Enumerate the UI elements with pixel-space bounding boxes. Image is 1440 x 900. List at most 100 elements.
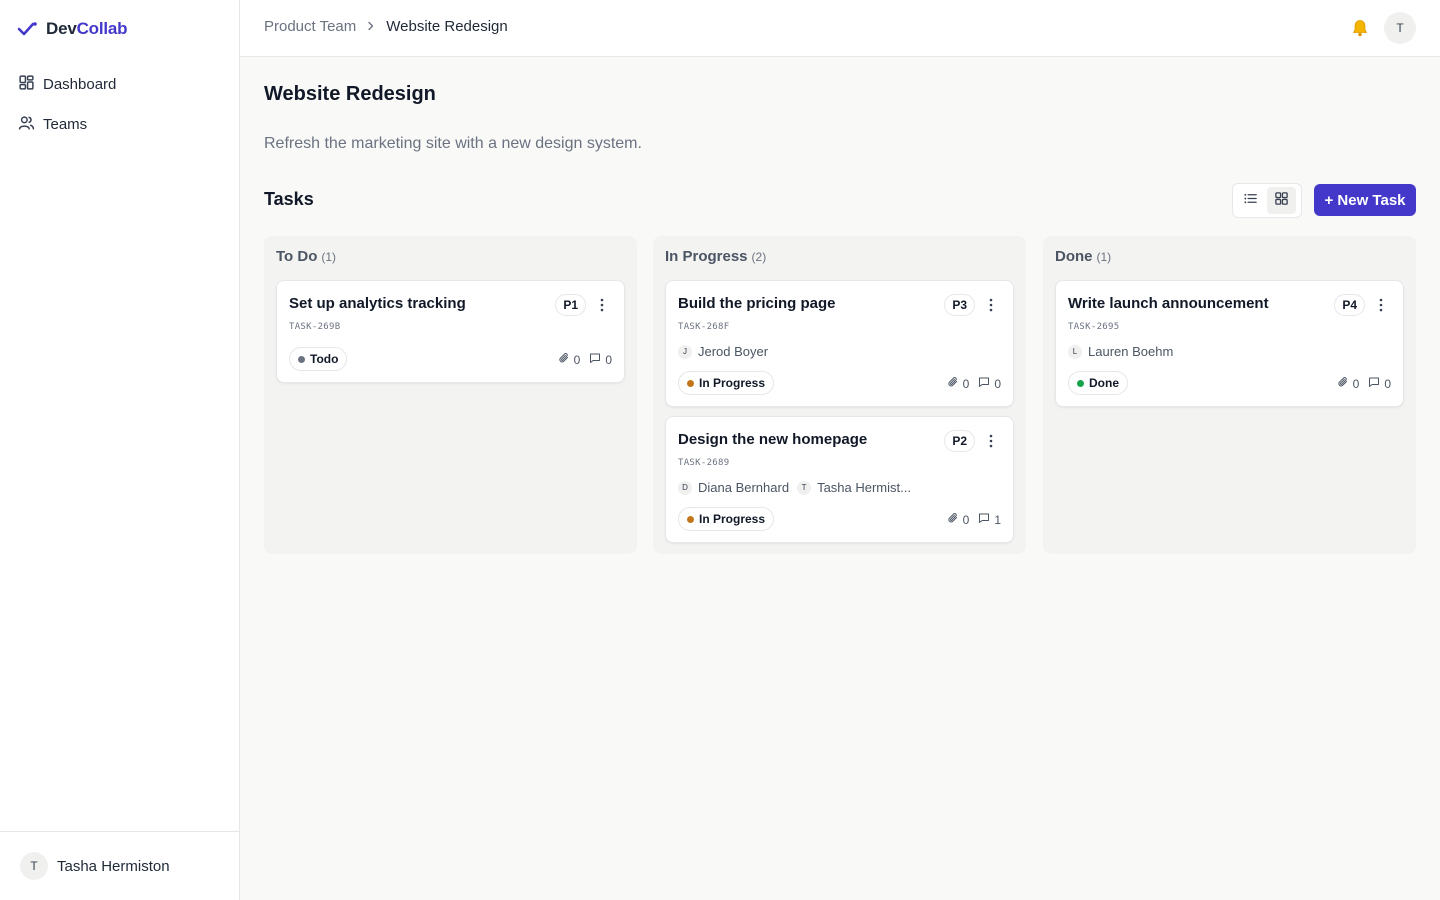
sidebar-item-dashboard[interactable]: Dashboard xyxy=(8,66,232,102)
priority-badge: P1 xyxy=(555,294,586,316)
breadcrumb-team[interactable]: Product Team xyxy=(264,18,356,35)
grid-icon xyxy=(1274,191,1289,211)
status-badge: Todo xyxy=(289,347,348,371)
comment-count: 1 xyxy=(978,512,1001,527)
column-title: Done xyxy=(1055,248,1093,265)
comment-count: 0 xyxy=(978,376,1001,391)
column-count: (2) xyxy=(751,250,767,264)
attachment-count-value: 0 xyxy=(1352,376,1360,391)
project-description: Refresh the marketing site with a new de… xyxy=(264,135,642,152)
assignee: L Lauren Boehm xyxy=(1068,344,1173,359)
tasks-heading: Tasks xyxy=(264,189,314,209)
attachment-count-value: 0 xyxy=(573,352,581,367)
paperclip-icon xyxy=(1337,376,1349,391)
task-id: TASK-2695 xyxy=(1068,322,1120,332)
priority-badge: P3 xyxy=(944,294,975,316)
comment-icon xyxy=(1368,376,1380,391)
status-dot xyxy=(298,355,305,363)
task-title: Build the pricing page xyxy=(678,295,836,312)
status-dot xyxy=(1077,379,1084,387)
list-view-button[interactable] xyxy=(1236,187,1265,214)
app-name: DevCollab xyxy=(46,19,128,39)
sidebar-item-teams[interactable]: Teams xyxy=(8,106,232,142)
status-label: In Progress xyxy=(699,512,766,526)
new-task-button[interactable]: + New Task xyxy=(1314,184,1416,216)
task-id: TASK-269B xyxy=(289,322,341,332)
assignee-name: Tasha Hermist... xyxy=(817,480,911,495)
status-label: Done xyxy=(1089,376,1119,390)
comment-icon xyxy=(978,376,990,391)
more-options-icon[interactable] xyxy=(981,295,1001,315)
sidebar-item-label: Dashboard xyxy=(43,75,117,93)
comment-count: 0 xyxy=(589,352,612,367)
assignee-list: L Lauren Boehm xyxy=(1068,344,1173,359)
bell-icon[interactable] xyxy=(1348,16,1372,40)
paperclip-icon xyxy=(558,352,570,367)
column-header: Done (1) xyxy=(1055,248,1111,265)
task-card[interactable]: Write launch announcement P4 TASK-2695 L… xyxy=(1055,280,1404,407)
app-name-suffix: Collab xyxy=(76,19,128,38)
task-title: Set up analytics tracking xyxy=(289,295,466,312)
status-badge: In Progress xyxy=(678,371,775,395)
board-view-button[interactable] xyxy=(1267,187,1296,214)
chevron-right-icon xyxy=(366,18,376,35)
app-logo[interactable]: DevCollab xyxy=(16,18,128,40)
status-dot xyxy=(687,515,694,523)
comment-count-value: 0 xyxy=(605,352,612,367)
attachment-count: 0 xyxy=(1337,376,1360,391)
comment-count-value: 0 xyxy=(1384,376,1391,391)
paperclip-icon xyxy=(947,376,959,391)
grid-icon xyxy=(18,74,35,95)
attachment-count-value: 0 xyxy=(962,376,970,391)
avatar: D xyxy=(678,480,692,495)
avatar: T xyxy=(20,852,48,880)
task-card[interactable]: Set up analytics tracking P1 TASK-269B T… xyxy=(276,280,625,383)
breadcrumb: Product Team Website Redesign xyxy=(264,18,508,35)
column-title: To Do xyxy=(276,248,318,265)
user-profile[interactable]: T Tasha Hermiston xyxy=(0,831,239,900)
attachment-count: 0 xyxy=(947,512,970,527)
task-title: Write launch announcement xyxy=(1068,295,1269,312)
column-header: To Do (1) xyxy=(276,248,336,265)
sidebar-nav: Dashboard Teams xyxy=(8,66,232,146)
column-todo: To Do (1) Set up analytics tracking P1 T… xyxy=(264,236,637,554)
users-icon xyxy=(18,114,35,135)
check-logo-icon xyxy=(16,18,38,40)
avatar[interactable]: T xyxy=(1384,12,1416,44)
task-id: TASK-2689 xyxy=(678,458,730,468)
view-toggle xyxy=(1232,183,1302,218)
avatar: L xyxy=(1068,344,1082,359)
comment-icon xyxy=(589,352,601,367)
more-options-icon[interactable] xyxy=(592,295,612,315)
more-options-icon[interactable] xyxy=(1371,295,1391,315)
comment-count: 0 xyxy=(1368,376,1391,391)
card-meta: 0 1 xyxy=(947,512,1001,527)
card-meta: 0 0 xyxy=(558,352,612,367)
priority-badge: P2 xyxy=(944,430,975,452)
status-badge: In Progress xyxy=(678,507,775,531)
assignee-name: Lauren Boehm xyxy=(1088,344,1174,359)
column-header: In Progress (2) xyxy=(665,248,766,265)
column-count: (1) xyxy=(1096,250,1112,264)
assignee-list: J Jerod Boyer xyxy=(678,344,768,359)
column-count: (1) xyxy=(321,250,337,264)
comment-icon xyxy=(978,512,990,527)
status-badge: Done xyxy=(1068,371,1128,395)
avatar: T xyxy=(797,480,812,495)
sidebar-item-label: Teams xyxy=(43,115,88,133)
assignee-name: Jerod Boyer xyxy=(698,344,769,359)
paperclip-icon xyxy=(947,512,959,527)
task-card[interactable]: Design the new homepage P2 TASK-2689 D D… xyxy=(665,416,1014,543)
card-meta: 0 0 xyxy=(947,376,1001,391)
more-options-icon[interactable] xyxy=(981,431,1001,451)
avatar: J xyxy=(678,344,692,359)
assignee: T Tasha Hermist... xyxy=(797,480,911,495)
assignee-list: D Diana Bernhard T Tasha Hermist... xyxy=(678,480,911,495)
column-in-progress: In Progress (2) Build the pricing page P… xyxy=(653,236,1026,554)
attachment-count-value: 0 xyxy=(962,512,970,527)
column-title: In Progress xyxy=(665,248,748,265)
status-dot xyxy=(687,379,694,387)
task-card[interactable]: Build the pricing page P3 TASK-268F J Je… xyxy=(665,280,1014,407)
assignee: D Diana Bernhard xyxy=(678,480,789,495)
app-name-prefix: Dev xyxy=(46,19,77,38)
